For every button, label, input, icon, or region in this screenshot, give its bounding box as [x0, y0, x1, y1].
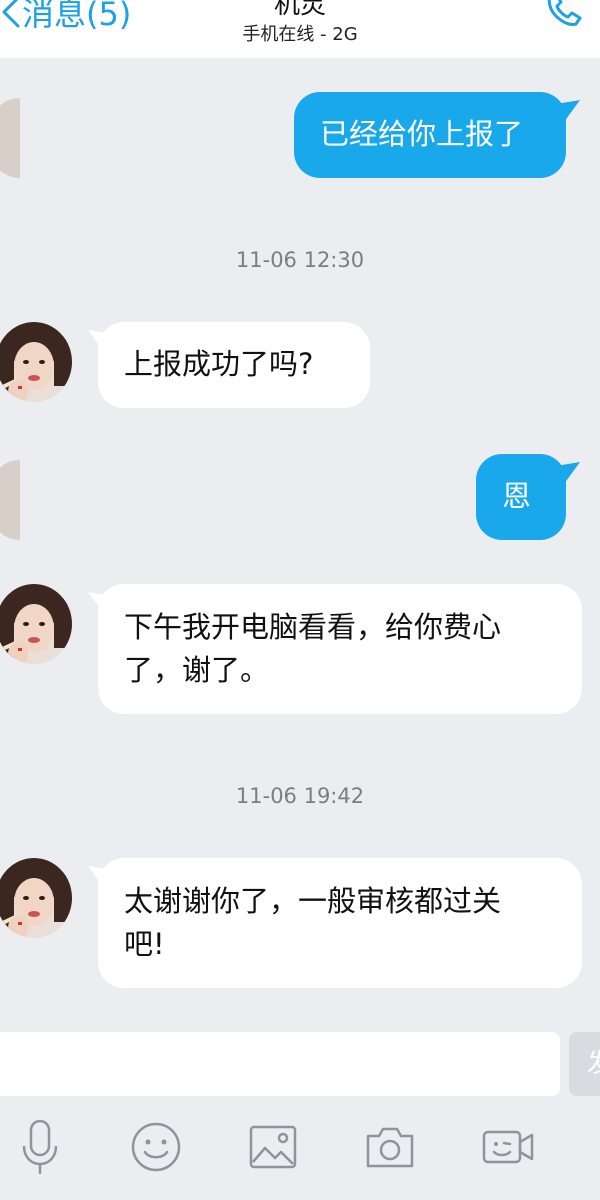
- contact-avatar[interactable]: [0, 322, 72, 402]
- message-bubble[interactable]: 下午我开电脑看看，给你费心 了，谢了。: [98, 584, 582, 714]
- message-bubble[interactable]: 上报成功了吗?: [98, 322, 370, 408]
- video-button[interactable]: [480, 1118, 536, 1176]
- message-timestamp: 11-06 12:30: [235, 248, 365, 272]
- phone-icon: [547, 0, 582, 26]
- my-avatar[interactable]: [0, 98, 20, 178]
- message-text: 上报成功了吗?: [124, 347, 314, 381]
- image-button[interactable]: [245, 1118, 301, 1176]
- emoji-icon: [131, 1122, 181, 1172]
- composer-toolbar: [0, 1118, 600, 1178]
- send-button[interactable]: 发: [569, 1032, 600, 1096]
- video-icon: [482, 1130, 534, 1164]
- message-text: 恩: [502, 479, 532, 513]
- contact-avatar[interactable]: [0, 584, 72, 664]
- camera-button[interactable]: [362, 1118, 418, 1176]
- message-text-line: 吧!: [124, 927, 165, 961]
- composer: 发: [0, 1020, 600, 1200]
- contact-status: 手机在线 - 2G: [242, 24, 358, 45]
- my-avatar[interactable]: [0, 460, 20, 540]
- emoji-button[interactable]: [128, 1118, 184, 1176]
- message-text-line: 太谢谢你了，一般审核都过关: [124, 884, 502, 918]
- chat-header: 消息(5) 机灵 手机在线 - 2G: [0, 0, 600, 58]
- message-timestamp: 11-06 19:42: [235, 784, 365, 808]
- message-bubble[interactable]: 太谢谢你了，一般审核都过关 吧!: [98, 858, 582, 988]
- message-bubble[interactable]: 已经给你上报了: [294, 92, 566, 178]
- contact-avatar[interactable]: [0, 858, 72, 938]
- contact-avatar-image: [0, 322, 72, 402]
- image-icon: [249, 1125, 297, 1169]
- message-text-line: 下午我开电脑看看，给你费心: [124, 610, 502, 644]
- microphone-icon: [22, 1119, 58, 1174]
- bubble-tail: [556, 100, 580, 122]
- voice-button[interactable]: [12, 1118, 68, 1176]
- message-input[interactable]: [0, 1032, 560, 1096]
- message-text-line: 了，谢了。: [124, 653, 270, 687]
- message-bubble[interactable]: 恩: [476, 454, 566, 540]
- message-text: 已经给你上报了: [320, 117, 524, 151]
- camera-icon: [366, 1127, 414, 1168]
- contact-name: 机灵: [273, 0, 326, 20]
- contact-avatar-image: [0, 858, 72, 938]
- contact-avatar-image: [0, 584, 72, 664]
- bubble-tail: [556, 462, 580, 484]
- call-button[interactable]: [540, 0, 586, 32]
